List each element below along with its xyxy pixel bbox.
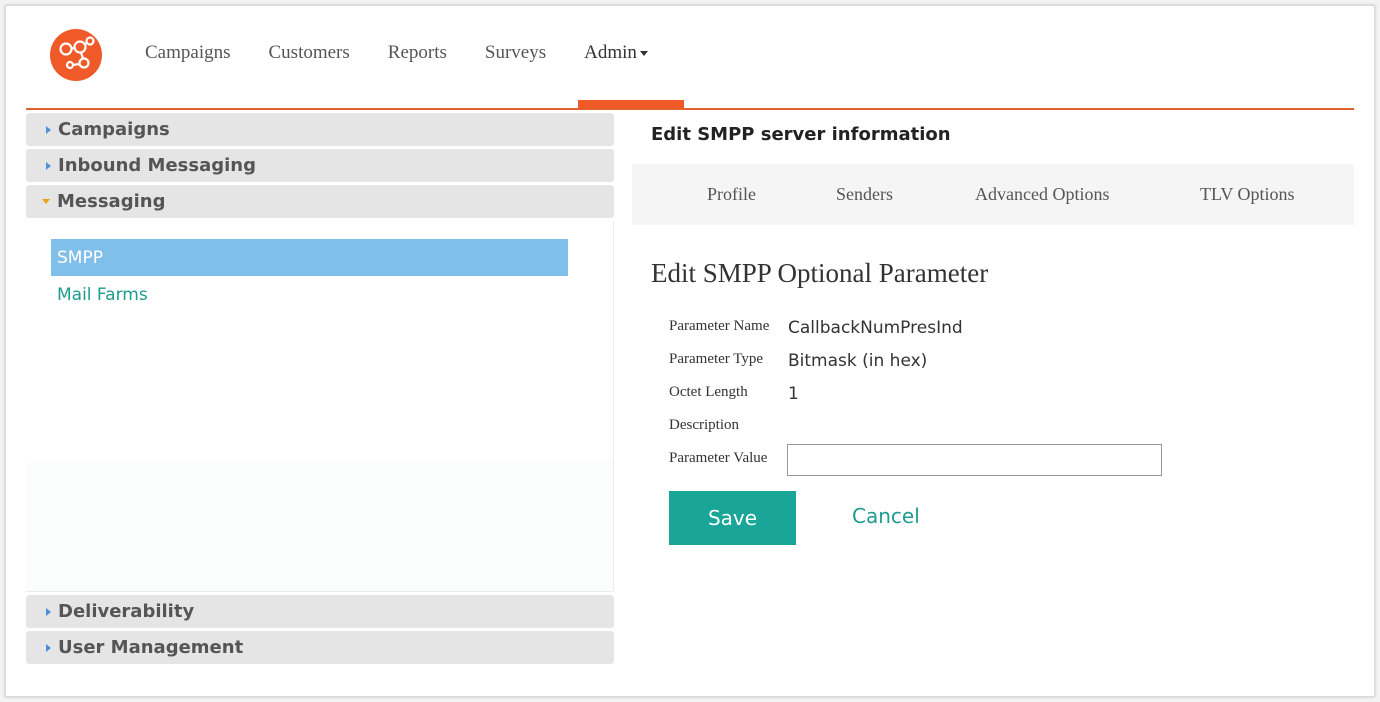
sidebar-section-deliverability[interactable]: Deliverability [26,595,614,628]
form-title: Edit SMPP Optional Parameter [651,258,989,288]
field-label: Parameter Value [669,450,768,466]
tab-bar: Profile Senders Advanced Options TLV Opt… [632,164,1354,225]
sidebar-item-mail-farms[interactable]: Mail Farms [51,276,568,313]
app-window: Campaigns Customers Reports Surveys Admi… [5,5,1375,697]
page-title: Edit SMPP server information [651,124,951,145]
sidebar-section-label: Messaging [57,191,166,212]
messaging-panel: SMPP Mail Farms [26,221,614,592]
cancel-button[interactable]: Cancel [852,504,920,528]
sidebar-section-campaigns[interactable]: Campaigns [26,113,614,146]
field-label: Parameter Type [669,351,764,367]
tab-senders[interactable]: Senders [836,184,893,205]
sidebar-section-label: Deliverability [58,601,195,622]
nav-admin-label: Admin [584,42,637,63]
parameter-value-input[interactable] [787,444,1162,476]
tab-profile[interactable]: Profile [707,184,756,205]
sidebar: Campaigns Inbound Messaging Messaging SM… [26,113,614,667]
caret-right-icon [46,161,51,170]
panel-background [26,461,613,591]
field-value: CallbackNumPresInd [788,318,963,338]
sidebar-section-label: Inbound Messaging [58,155,256,176]
sidebar-section-user-management[interactable]: User Management [26,631,614,664]
nav-reports[interactable]: Reports [388,42,447,72]
field-value: Bitmask (in hex) [788,351,928,371]
molecule-logo-icon[interactable] [50,29,102,81]
field-value: 1 [788,384,799,404]
sidebar-section-label: Campaigns [58,119,170,140]
nav-campaigns[interactable]: Campaigns [145,42,231,72]
field-label: Description [669,417,739,433]
nav-customers[interactable]: Customers [269,42,350,72]
sidebar-item-smpp[interactable]: SMPP [51,239,568,276]
caret-right-icon [46,607,51,616]
tab-advanced-options[interactable]: Advanced Options [975,184,1109,205]
sidebar-section-label: User Management [58,637,244,658]
caret-right-icon [46,643,51,652]
caret-right-icon [46,125,51,134]
nav-admin[interactable]: Admin [584,42,648,72]
nav-divider [26,108,1354,110]
top-navigation: Campaigns Customers Reports Surveys Admi… [145,42,686,72]
save-button[interactable]: Save [669,491,796,545]
sidebar-section-messaging[interactable]: Messaging [26,185,614,218]
tab-tlv-options[interactable]: TLV Options [1200,184,1295,205]
field-label: Octet Length [669,384,748,400]
field-label: Parameter Name [669,318,770,334]
caret-down-icon [42,199,50,204]
sidebar-section-inbound-messaging[interactable]: Inbound Messaging [26,149,614,182]
nav-surveys[interactable]: Surveys [485,42,546,72]
caret-down-icon [639,51,648,57]
nav-active-indicator [578,100,684,108]
